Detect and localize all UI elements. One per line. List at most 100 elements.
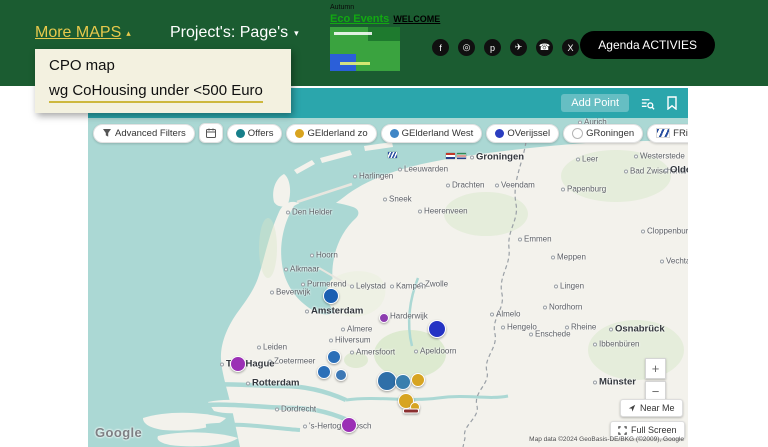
filter-pill-groningen[interactable]: GRoningen [563,123,644,143]
map-marker[interactable] [428,320,446,338]
bookmark-icon[interactable] [666,96,678,110]
city-label: Amersfoort [350,348,395,357]
city-dot-icon [470,155,474,159]
filter-pill-overijssel[interactable]: OVerijssel [486,123,560,143]
instagram-icon[interactable]: ◎ [458,39,475,56]
city-dot-icon [286,210,290,214]
map-marker[interactable] [379,313,389,323]
city-dot-icon [565,325,569,329]
dropdown-item[interactable]: wg CoHousing under <500 Euro [49,77,263,103]
full-screen-label: Full Screen [631,425,677,435]
map-marker[interactable] [395,374,411,390]
city-label: Lingen [554,282,584,291]
search-list-icon[interactable] [640,96,655,111]
city-dot-icon [301,282,305,286]
city-label: Alkmaar [284,265,319,274]
city-dot-icon [660,259,664,263]
filter-pill-advanced-filters[interactable]: Advanced Filters [93,123,195,143]
city-label: Beverwijk [270,288,310,297]
city-label: Heerenveen [418,207,468,216]
city-label: Osnabrück [609,324,665,335]
projects-pages-label: Project's: Page's [170,24,289,41]
navigation-arrow-icon [628,404,636,412]
zoom-in-button[interactable]: + [645,358,666,379]
legend-dot-icon [295,128,305,138]
city-label: 's-Hertogenbosch [303,422,371,431]
city-label: Almelo [490,310,520,319]
filter-pill-calendar[interactable] [198,123,223,143]
city-label: Leiden [257,343,287,352]
map-widget: Add Point Advanced Filters Offers GElder… [88,88,688,447]
filter-pill-label: FRiesland [673,127,688,139]
city-dot-icon [609,327,613,331]
legend-dot-icon [572,127,584,139]
city-dot-icon [641,229,645,233]
city-label: Rotterdam [246,378,300,389]
groningen-flag-icon [457,153,466,159]
telegram-icon[interactable]: ✈ [510,39,527,56]
agenda-activities-button[interactable]: Agenda ACTIVIES [580,31,715,59]
google-logo: Google [95,425,143,440]
add-point-button[interactable]: Add Point [561,94,629,112]
map-marker[interactable] [411,373,425,387]
city-dot-icon [257,345,261,349]
city-dot-icon [501,325,505,329]
filter-pill-label: GElderland zo [307,127,368,139]
map-marker[interactable] [327,350,341,364]
thumbnail-text-line [334,32,372,35]
map-marker[interactable] [230,356,246,372]
city-dot-icon [329,338,333,342]
filter-pill-offers[interactable]: Offers [226,123,283,143]
near-me-label: Near Me [640,403,675,413]
filter-pill-gelderland-zo[interactable]: GElderland zo [286,123,377,143]
city-label: Cloppenburg [641,227,688,236]
eco-events-thumbnail[interactable] [330,27,400,71]
caret-up-icon: ▴ [126,27,131,38]
city-label: Oldenburg [664,165,688,176]
city-label: Emmen [518,235,552,244]
map-marker[interactable] [335,369,347,381]
filter-pill-friesland[interactable]: FRiesland [647,123,688,143]
city-label: Leer [576,155,598,164]
nav-projects-pages[interactable]: Project's: Page's ▾ [170,24,299,42]
city-dot-icon [529,332,533,336]
whatsapp-icon[interactable]: ☎ [536,39,553,56]
city-dot-icon [310,253,314,257]
city-dot-icon [518,237,522,241]
x-icon[interactable]: X [562,39,579,56]
offers-icon [235,128,245,138]
thumbnail-dark-area [368,27,400,41]
map-canvas[interactable]: Advanced Filters Offers GElderland zo GElde… [88,118,688,447]
welcome-link[interactable]: WELCOME [393,14,440,24]
city-label: Hoorn [310,251,338,260]
map-marker[interactable] [403,408,419,414]
city-dot-icon [414,349,418,353]
map-marker[interactable] [323,288,339,304]
legend-dot-icon [389,128,399,138]
site-branding: Autumn Eco Events WELCOME [330,4,440,71]
city-label: Veendam [495,181,535,190]
pinterest-icon[interactable]: p [484,39,501,56]
city-label: Apeldoorn [414,347,456,356]
near-me-button[interactable]: Near Me [620,399,683,417]
nav-more-maps[interactable]: More MAPS ▴ [35,24,131,42]
city-label: Hilversum [329,336,371,345]
city-dot-icon [353,174,357,178]
city-label: Harlingen [353,172,393,181]
thumbnail-text-line [340,62,370,65]
map-marker[interactable] [317,365,331,379]
map-marker[interactable] [341,417,357,433]
friesland-flag-icon [656,128,671,138]
filter-pill-label: OVerijssel [507,127,551,139]
legend-dot-icon [495,128,505,138]
filter-pill-gelderland-west[interactable]: GElderland West [380,123,483,143]
map-marker[interactable] [377,371,397,391]
city-dot-icon [284,267,288,271]
facebook-icon[interactable]: f [432,39,449,56]
autumn-label: Autumn [330,4,355,11]
city-dot-icon [220,362,224,366]
city-dot-icon [664,168,668,172]
city-label: Leeuwarden [398,165,448,174]
eco-events-link[interactable]: Eco Events [330,13,389,25]
map-attribution[interactable]: Map data ©2024 GeoBasis-DE/BKG (©2009), … [529,436,684,443]
